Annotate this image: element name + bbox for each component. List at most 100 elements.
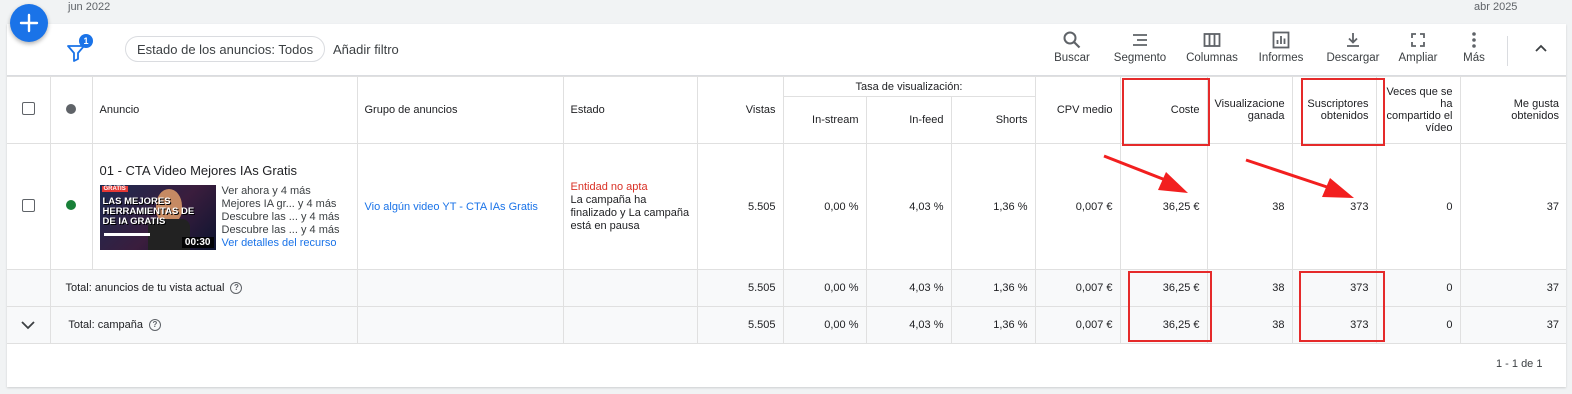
total-infeed: 4,03 % — [865, 269, 952, 307]
adgroup-cell: Vio algún video YT - CTA IAs Gratis — [356, 143, 564, 270]
header-shorts[interactable]: Shorts — [950, 96, 1035, 144]
timeline-start: jun 2022 — [68, 1, 111, 13]
likes-value: 37 — [1459, 143, 1566, 270]
campaign-instream: 0,00 % — [782, 306, 867, 344]
shorts-value: 1,36 % — [950, 143, 1036, 270]
views-value: 5.505 — [696, 143, 784, 270]
headline-item: Descubre las ... y 4 más — [221, 211, 340, 223]
campaign-subscribers: 373 — [1291, 306, 1377, 344]
campaign-likes: 37 — [1459, 306, 1566, 344]
headline-item: Mejores IA gr... y 4 más — [221, 198, 337, 210]
campaign-cost: 36,25 € — [1119, 306, 1208, 344]
header-view-rate-group: Tasa de visualización: — [782, 76, 1036, 97]
header-ad[interactable]: Anuncio — [91, 76, 358, 144]
status-filter-chip[interactable]: Estado de los anuncios: Todos — [125, 36, 326, 62]
status-cell: Entidad no apta La campaña ha finalizado… — [562, 143, 698, 270]
search-button[interactable]: Buscar — [1050, 30, 1094, 64]
expand-button[interactable]: Ampliar — [1395, 30, 1441, 64]
total-likes: 37 — [1459, 269, 1566, 307]
ad-cell: 01 - CTA Video Mejores IAs Gratis GRATIS… — [91, 143, 358, 270]
video-duration: 00:30 — [181, 237, 214, 248]
help-icon[interactable]: ? — [148, 319, 161, 332]
filter-button[interactable]: 1 — [67, 34, 93, 64]
total-view-label: Total: anuncios de tu vista actual — [65, 281, 225, 294]
total-cost: 36,25 € — [1119, 269, 1208, 307]
reports-button[interactable]: Informes — [1255, 30, 1307, 64]
active-status-dot — [66, 200, 76, 210]
total-campaign-row: Total: campaña? 5.505 0,00 % 4,03 % 1,36… — [7, 306, 1566, 344]
collapse-button[interactable] — [1533, 40, 1549, 61]
plus-icon — [19, 13, 39, 33]
status-dot-icon — [66, 103, 76, 114]
total-views: 5.505 — [696, 269, 784, 307]
filter-count-badge: 1 — [79, 34, 93, 48]
ad-title[interactable]: 01 - CTA Video Mejores IAs Gratis — [100, 163, 350, 178]
segment-button[interactable]: Segmento — [1110, 30, 1170, 64]
adgroup-link[interactable]: Vio algún video YT - CTA IAs Gratis — [365, 201, 538, 213]
segment-icon — [1133, 34, 1147, 46]
create-button[interactable] — [10, 4, 48, 42]
row-select-cell — [7, 143, 51, 270]
select-all-cell — [7, 76, 51, 144]
video-thumbnail[interactable]: GRATIS LAS MEJORES HERRAMIENTAS DE DE IA… — [99, 185, 216, 250]
total-subscribers: 373 — [1291, 269, 1377, 307]
chevron-up-icon — [1535, 44, 1547, 52]
columns-icon — [1203, 33, 1221, 47]
more-button[interactable]: Más — [1457, 30, 1491, 64]
total-campaign-label: Total: campaña — [68, 318, 143, 331]
chevron-down-icon[interactable] — [20, 319, 36, 331]
campaign-shares: 0 — [1375, 306, 1461, 344]
expand-icon — [1411, 33, 1425, 47]
search-icon — [1063, 31, 1081, 49]
total-shares: 0 — [1375, 269, 1461, 307]
download-button[interactable]: Descargar — [1325, 30, 1381, 64]
ad-headlines: Ver ahora y 4 más Mejores IA gr... y 4 m… — [222, 185, 340, 250]
cost-value: 36,25 € — [1119, 143, 1208, 270]
download-icon — [1347, 33, 1359, 47]
instream-value: 0,00 % — [782, 143, 867, 270]
help-icon[interactable]: ? — [230, 282, 243, 295]
total-cpv: 0,007 € — [1034, 269, 1121, 307]
headline-item: Descubre las ... y 4 más — [221, 224, 340, 236]
ads-table: Anuncio Grupo de anuncios Estado Vistas … — [7, 76, 1566, 344]
thumb-tag: GRATIS — [101, 186, 128, 192]
campaign-cpv: 0,007 € — [1034, 306, 1121, 344]
campaign-infeed: 4,03 % — [865, 306, 952, 344]
header-shares[interactable]: Veces que se ha compartido el vídeo — [1375, 76, 1461, 144]
select-all-checkbox[interactable] — [21, 102, 35, 115]
total-campaign-label-cell: Total: campaña? — [20, 306, 358, 344]
timeline-end: abr 2025 — [1474, 1, 1518, 13]
cpv-value: 0,007 € — [1034, 143, 1121, 270]
add-filter-button[interactable]: Añadir filtro — [333, 42, 399, 57]
headline-item: Ver ahora y 4 más — [221, 185, 311, 197]
total-view-label-cell: Total: anuncios de tu vista actual? — [49, 269, 358, 307]
header-cpv[interactable]: CPV medio — [1034, 76, 1121, 144]
status-title: Entidad no apta — [570, 180, 648, 193]
campaign-earned-views: 38 — [1206, 306, 1293, 344]
header-likes[interactable]: Me gusta obtenidos — [1459, 76, 1566, 144]
table-row: 01 - CTA Video Mejores IAs Gratis GRATIS… — [7, 143, 1566, 270]
status-dot-header — [49, 76, 93, 144]
header-adgroup[interactable]: Grupo de anuncios — [356, 76, 564, 144]
header-status[interactable]: Estado — [562, 76, 698, 144]
thumb-progress — [103, 233, 150, 236]
thumb-text: LAS MEJORES HERRAMIENTAS DE DE IA GRATIS — [102, 196, 195, 227]
columns-button[interactable]: Columnas — [1183, 30, 1241, 64]
timeline-bar: jun 2022 abr 2025 — [0, 0, 1572, 24]
header-subscribers[interactable]: Suscriptores obtenidos — [1291, 76, 1377, 144]
row-checkbox[interactable] — [21, 198, 35, 212]
total-earned-views: 38 — [1206, 269, 1293, 307]
view-asset-details-link[interactable]: Ver detalles del recurso — [222, 237, 340, 250]
header-cost[interactable]: Coste — [1119, 76, 1208, 144]
header-earned-views[interactable]: Visualizacione ganada — [1206, 76, 1293, 144]
total-view-row: Total: anuncios de tu vista actual? 5.50… — [7, 269, 1566, 307]
total-shorts: 1,36 % — [950, 269, 1036, 307]
pagination-label: 1 - 1 de 1 — [1496, 358, 1543, 370]
ads-panel: 1 Estado de los anuncios: Todos Añadir f… — [7, 24, 1566, 387]
subscribers-value: 373 — [1291, 143, 1377, 270]
header-infeed[interactable]: In-feed — [865, 96, 952, 144]
header-instream[interactable]: In-stream — [783, 96, 867, 144]
row-status-cell — [49, 143, 93, 270]
header-views[interactable]: Vistas — [696, 76, 784, 144]
toolbar-divider — [1507, 36, 1508, 66]
